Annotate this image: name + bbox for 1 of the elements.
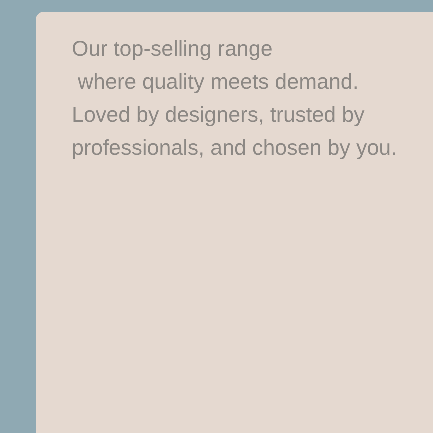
description-text: Our top-selling range where quality meets demand. Loved by designers, trusted by professionals, and chosen by you. [72,36,398,162]
